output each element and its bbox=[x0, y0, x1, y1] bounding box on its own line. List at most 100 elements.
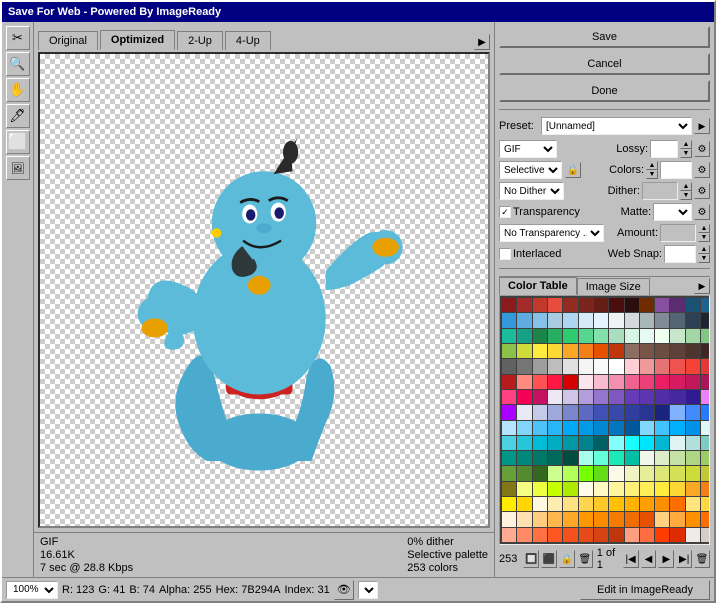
color-cell[interactable] bbox=[670, 466, 684, 480]
ct-next[interactable]: ▶ bbox=[658, 550, 674, 568]
color-cell[interactable] bbox=[594, 451, 608, 465]
color-cell[interactable] bbox=[502, 451, 516, 465]
color-cell[interactable] bbox=[563, 313, 577, 327]
color-cell[interactable] bbox=[670, 329, 684, 343]
color-cell[interactable] bbox=[533, 466, 547, 480]
lossy-down[interactable]: ▼ bbox=[680, 149, 692, 158]
color-cell[interactable] bbox=[686, 436, 700, 450]
dither-down[interactable]: ▼ bbox=[680, 191, 692, 200]
color-cell[interactable] bbox=[502, 405, 516, 419]
color-cell[interactable] bbox=[701, 436, 710, 450]
dither-options[interactable]: ⚙ bbox=[694, 183, 710, 199]
color-cell[interactable] bbox=[625, 390, 639, 404]
color-cell[interactable] bbox=[625, 421, 639, 435]
hand-tool[interactable]: ✋ bbox=[6, 78, 30, 102]
tab-optimized[interactable]: Optimized bbox=[100, 30, 175, 50]
color-cell[interactable] bbox=[701, 497, 710, 511]
color-cell[interactable] bbox=[640, 482, 654, 496]
color-cell[interactable] bbox=[640, 405, 654, 419]
color-cell[interactable] bbox=[609, 528, 623, 542]
color-cell[interactable] bbox=[502, 436, 516, 450]
color-cell[interactable] bbox=[533, 421, 547, 435]
ct-lock[interactable]: 🔒 bbox=[559, 550, 575, 568]
color-cell[interactable] bbox=[655, 405, 669, 419]
color-cell[interactable] bbox=[609, 405, 623, 419]
color-cell[interactable] bbox=[625, 482, 639, 496]
color-cell[interactable] bbox=[563, 329, 577, 343]
color-cell[interactable] bbox=[625, 313, 639, 327]
color-cell[interactable] bbox=[579, 405, 593, 419]
color-cell[interactable] bbox=[563, 421, 577, 435]
color-cell[interactable] bbox=[563, 405, 577, 419]
color-cell[interactable] bbox=[594, 344, 608, 358]
color-cell[interactable] bbox=[517, 466, 531, 480]
color-cell[interactable] bbox=[533, 313, 547, 327]
color-cell[interactable] bbox=[548, 466, 562, 480]
color-cell[interactable] bbox=[701, 451, 710, 465]
color-cell[interactable] bbox=[655, 344, 669, 358]
color-cell[interactable] bbox=[625, 298, 639, 312]
color-cell[interactable] bbox=[701, 390, 710, 404]
color-cell[interactable] bbox=[533, 329, 547, 343]
color-cell[interactable] bbox=[533, 482, 547, 496]
color-cell[interactable] bbox=[594, 390, 608, 404]
color-cell[interactable] bbox=[563, 482, 577, 496]
color-cell[interactable] bbox=[502, 344, 516, 358]
color-cell[interactable] bbox=[640, 344, 654, 358]
color-cell[interactable] bbox=[609, 329, 623, 343]
color-cell[interactable] bbox=[625, 497, 639, 511]
dither-select[interactable]: No Dither bbox=[499, 182, 564, 200]
color-cell[interactable] bbox=[686, 390, 700, 404]
color-cell[interactable] bbox=[640, 497, 654, 511]
color-cell[interactable] bbox=[609, 298, 623, 312]
lossy-options[interactable]: ⚙ bbox=[694, 141, 710, 157]
color-cell[interactable] bbox=[686, 375, 700, 389]
color-cell[interactable] bbox=[563, 344, 577, 358]
color-cell[interactable] bbox=[594, 436, 608, 450]
color-cell[interactable] bbox=[670, 421, 684, 435]
color-cell[interactable] bbox=[533, 528, 547, 542]
colors-options[interactable]: ⚙ bbox=[694, 162, 710, 178]
color-cell[interactable] bbox=[686, 482, 700, 496]
color-cell[interactable] bbox=[533, 298, 547, 312]
color-cell[interactable] bbox=[579, 482, 593, 496]
color-cell[interactable] bbox=[517, 512, 531, 526]
color-cell[interactable] bbox=[594, 313, 608, 327]
color-cell[interactable] bbox=[609, 421, 623, 435]
color-cell[interactable] bbox=[670, 436, 684, 450]
color-cell[interactable] bbox=[517, 436, 531, 450]
color-cell[interactable] bbox=[579, 375, 593, 389]
colors-up[interactable]: ▲ bbox=[646, 161, 658, 170]
color-cell[interactable] bbox=[563, 375, 577, 389]
color-cell[interactable] bbox=[502, 359, 516, 373]
color-cell[interactable] bbox=[609, 436, 623, 450]
color-cell[interactable] bbox=[594, 329, 608, 343]
color-cell[interactable] bbox=[502, 298, 516, 312]
color-cell[interactable] bbox=[533, 405, 547, 419]
color-cell[interactable] bbox=[517, 329, 531, 343]
amount-input[interactable]: 100% bbox=[660, 224, 696, 242]
color-cell[interactable] bbox=[563, 512, 577, 526]
color-cell[interactable] bbox=[625, 405, 639, 419]
color-cell[interactable] bbox=[563, 359, 577, 373]
color-cell[interactable] bbox=[594, 466, 608, 480]
color-cell[interactable] bbox=[502, 421, 516, 435]
color-cell[interactable] bbox=[517, 313, 531, 327]
color-cell[interactable] bbox=[640, 375, 654, 389]
color-cell[interactable] bbox=[502, 313, 516, 327]
ct-first[interactable]: |◀ bbox=[623, 550, 639, 568]
color-cell[interactable] bbox=[670, 344, 684, 358]
color-cell[interactable] bbox=[609, 344, 623, 358]
color-cell[interactable] bbox=[517, 482, 531, 496]
preview-format-select[interactable] bbox=[358, 581, 378, 599]
color-cell[interactable] bbox=[701, 359, 710, 373]
color-cell[interactable] bbox=[640, 451, 654, 465]
color-cell[interactable] bbox=[655, 313, 669, 327]
color-cell[interactable] bbox=[625, 528, 639, 542]
color-cell[interactable] bbox=[686, 359, 700, 373]
color-cell[interactable] bbox=[548, 359, 562, 373]
ct-trash[interactable]: 🗑 bbox=[694, 550, 710, 568]
color-cell[interactable] bbox=[548, 436, 562, 450]
color-cell[interactable] bbox=[655, 436, 669, 450]
color-cell[interactable] bbox=[655, 528, 669, 542]
